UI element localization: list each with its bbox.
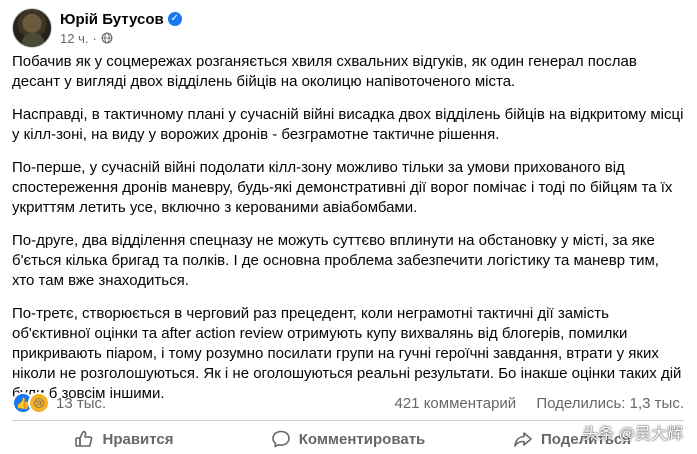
post-body: Побачив як у соцмережах розганяється хви… bbox=[12, 52, 684, 417]
comment-icon bbox=[271, 430, 290, 448]
share-icon bbox=[514, 432, 532, 447]
post-paragraph: По-перше, у сучасній війні подолати кілл… bbox=[12, 159, 673, 216]
author-name-row: Юрій Бутусов ✓ bbox=[60, 11, 182, 28]
verified-badge-icon: ✓ bbox=[167, 12, 182, 26]
post-paragraph: Побачив як у соцмережах розганяється хви… bbox=[12, 53, 637, 90]
author-avatar[interactable] bbox=[12, 8, 52, 48]
thumbs-up-icon bbox=[75, 430, 93, 447]
post-timestamp[interactable]: 12 ч. bbox=[60, 31, 88, 46]
comment-button-label: Комментировать bbox=[298, 430, 426, 448]
reactions-summary[interactable]: 👍 😢 13 тыс. bbox=[12, 392, 106, 414]
globe-icon bbox=[101, 32, 113, 44]
comment-share-stats: 421 комментарий Поделились: 1,3 тыс. bbox=[379, 395, 685, 412]
comment-button[interactable]: Комментировать bbox=[236, 424, 460, 454]
watermark-text: 头条 @吴大辉 bbox=[582, 426, 683, 443]
post-header: Юрій Бутусов ✓ 12 ч. · bbox=[12, 8, 182, 48]
like-button[interactable]: Нравится bbox=[12, 424, 236, 454]
post-meta: Юрій Бутусов ✓ 12 ч. · bbox=[60, 11, 182, 46]
shares-count[interactable]: Поделились: 1,3 тыс. bbox=[536, 395, 684, 412]
post-time-row: 12 ч. · bbox=[60, 31, 182, 46]
reactions-count[interactable]: 13 тыс. bbox=[56, 395, 106, 412]
comments-count[interactable]: 421 комментарий bbox=[395, 395, 517, 412]
post-paragraph: По-друге, два відділення спецназу не мож… bbox=[12, 232, 659, 289]
post-paragraph: Насправді, в тактичному плані у сучасній… bbox=[12, 106, 684, 143]
author-name[interactable]: Юрій Бутусов bbox=[60, 11, 164, 28]
separator-dot: · bbox=[92, 30, 97, 46]
engagement-stats: 👍 😢 13 тыс. 421 комментарий Поделились: … bbox=[12, 392, 684, 414]
like-button-label: Нравится bbox=[102, 430, 174, 448]
sad-reaction-icon: 😢 bbox=[28, 392, 50, 414]
post-paragraph: По-третє, створюється в черговий раз пре… bbox=[12, 305, 682, 402]
